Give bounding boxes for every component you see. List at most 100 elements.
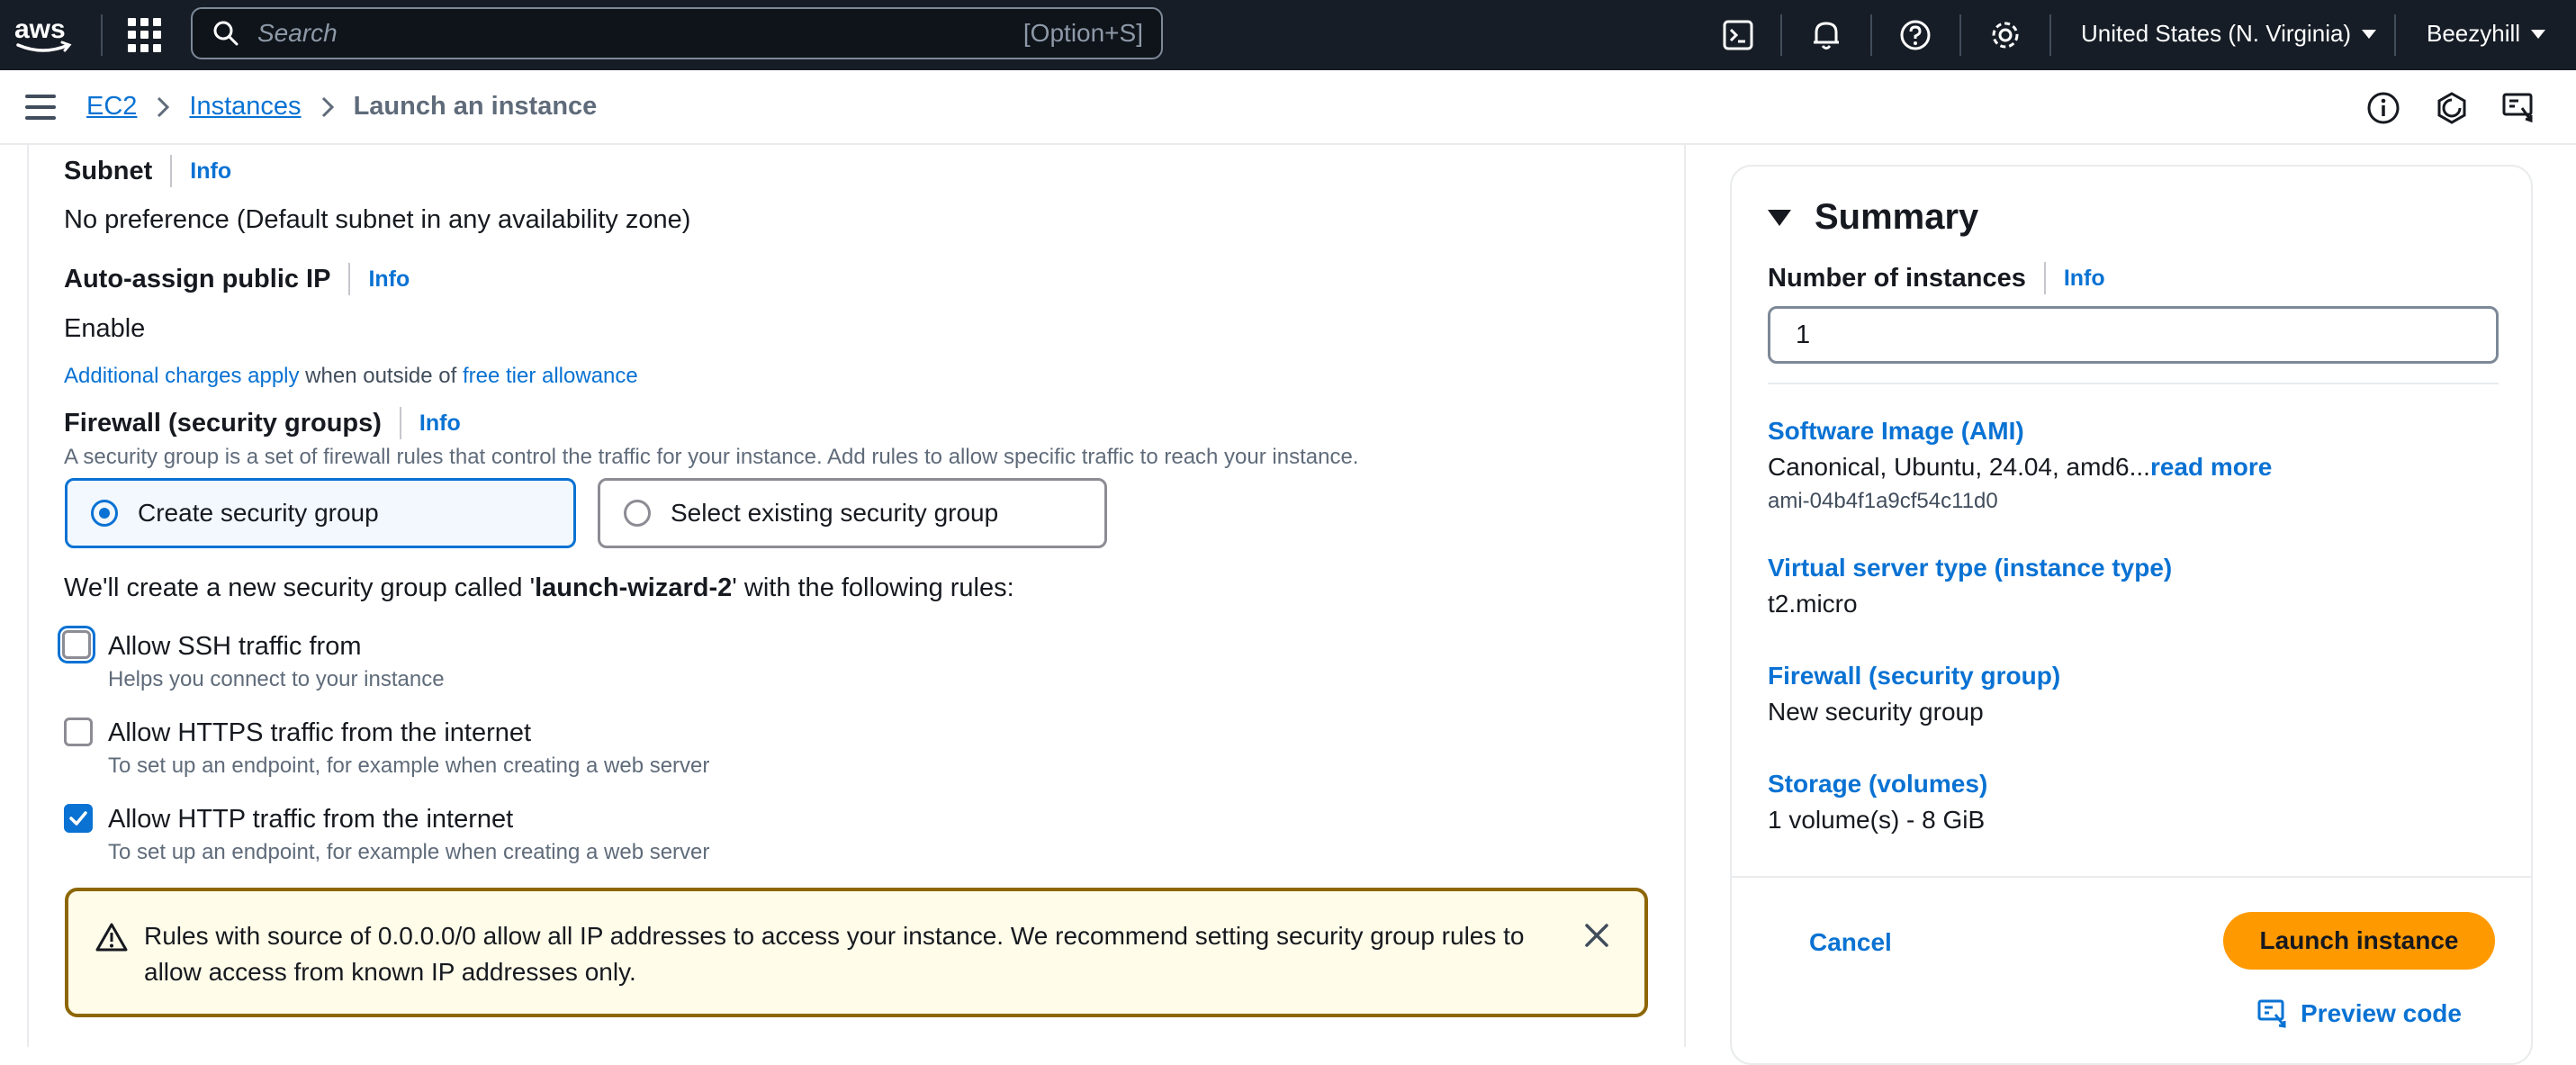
instance-type-value: t2.micro — [1768, 590, 1858, 618]
cloudshell-icon[interactable] — [1720, 17, 1756, 53]
caret-down-icon — [2362, 29, 2377, 39]
number-of-instances-input[interactable]: 1 — [1768, 306, 2499, 364]
subnet-info-link[interactable]: Info — [190, 158, 231, 185]
allow-ssh-checkbox[interactable] — [58, 626, 95, 663]
security-group-name: launch-wizard-2 — [535, 573, 733, 602]
warning-text: Rules with source of 0.0.0.0/0 allow all… — [144, 922, 1525, 986]
search-placeholder: Search — [257, 19, 338, 47]
security-warning-alert: Rules with source of 0.0.0.0/0 allow all… — [65, 888, 1648, 1017]
search-icon — [213, 21, 239, 46]
nav-divider — [2049, 14, 2051, 56]
nav-divider — [1870, 14, 1872, 56]
chevron-right-icon — [321, 96, 334, 117]
launch-instance-button[interactable]: Launch instance — [2223, 912, 2495, 970]
public-ip-label-row: Auto-assign public IP Info — [64, 263, 410, 295]
firewall-info-link[interactable]: Info — [419, 411, 461, 437]
info-icon[interactable] — [2365, 90, 2401, 126]
firewall-label: Firewall (security groups) — [64, 408, 382, 438]
summary-header[interactable]: Summary — [1768, 197, 1978, 238]
allow-https-checkbox[interactable] — [64, 718, 93, 746]
search-input[interactable]: Search [Option+S] — [191, 7, 1163, 59]
divider — [1732, 876, 2533, 878]
menu-icon[interactable] — [25, 95, 56, 120]
nav-divider — [1780, 14, 1782, 56]
gear-icon[interactable] — [1987, 17, 2023, 53]
breadcrumb: EC2 Instances Launch an instance — [86, 92, 597, 122]
checkmark-icon — [69, 811, 87, 826]
instance-type-link[interactable]: Virtual server type (instance type) — [1768, 554, 2172, 582]
ami-link[interactable]: Software Image (AMI) — [1768, 417, 2024, 446]
free-tier-link[interactable]: free tier allowance — [463, 364, 638, 388]
nav-divider — [1959, 14, 1961, 56]
firewall-label-row: Firewall (security groups) Info — [64, 407, 461, 439]
caret-down-icon — [1768, 209, 1791, 226]
select-existing-security-group-label: Select existing security group — [671, 499, 999, 527]
preview-code-button[interactable]: Preview code — [2257, 998, 2462, 1029]
breadcrumb-bar: EC2 Instances Launch an instance — [0, 70, 2576, 145]
account-label: Beezyhill — [2427, 20, 2521, 47]
public-ip-value: Enable — [64, 314, 146, 343]
public-ip-label: Auto-assign public IP — [64, 264, 331, 293]
svg-text:aws: aws — [14, 14, 66, 44]
allow-ssh-description: Helps you connect to your instance — [108, 667, 445, 691]
account-menu[interactable]: Beezyhill — [2427, 20, 2546, 48]
additional-charges-link[interactable]: Additional charges apply — [64, 364, 300, 388]
instances-label-row: Number of instances Info — [1768, 262, 2105, 294]
storage-value: 1 volume(s) - 8 GiB — [1768, 806, 1986, 834]
help-icon[interactable] — [1897, 17, 1933, 53]
number-of-instances-label: Number of instances — [1768, 263, 2026, 293]
notifications-status-icon[interactable] — [2434, 90, 2470, 126]
nav-divider — [101, 14, 103, 56]
firewall-description: A security group is a set of firewall ru… — [64, 445, 1359, 469]
radio-selected-icon — [91, 500, 118, 527]
public-ip-info-link[interactable]: Info — [368, 266, 410, 293]
summary-panel: Summary Number of instances Info 1 Softw… — [1730, 165, 2533, 1065]
region-label: United States (N. Virginia) — [2081, 20, 2352, 47]
charges-note: Additional charges apply when outside of… — [64, 364, 638, 389]
create-security-group-option[interactable]: Create security group — [65, 478, 576, 548]
region-selector[interactable]: United States (N. Virginia) — [2081, 20, 2377, 48]
allow-http-description: To set up an endpoint, for example when … — [108, 840, 710, 864]
firewall-summary-value: New security group — [1768, 698, 1984, 726]
storage-link[interactable]: Storage (volumes) — [1768, 770, 1987, 799]
select-existing-security-group-option[interactable]: Select existing security group — [598, 478, 1107, 548]
security-group-message: We'll create a new security group called… — [64, 573, 1014, 603]
cancel-button[interactable]: Cancel — [1809, 928, 1892, 957]
caret-down-icon — [2531, 29, 2546, 39]
radio-unselected-icon — [624, 500, 651, 527]
breadcrumb-current: Launch an instance — [353, 92, 598, 121]
breadcrumb-ec2[interactable]: EC2 — [86, 92, 137, 122]
ami-value: Canonical, Ubuntu, 24.04, amd6...read mo… — [1768, 453, 2272, 482]
allow-https-label: Allow HTTPS traffic from the internet — [108, 718, 532, 747]
warning-icon — [95, 923, 128, 952]
chevron-right-icon — [158, 96, 170, 117]
subnet-label-row: Subnet Info — [64, 155, 231, 187]
ami-name: Canonical, Ubuntu, 24.04, amd6... — [1768, 453, 2150, 481]
instances-info-link[interactable]: Info — [2064, 266, 2105, 292]
top-navigation: aws Search [Option+S] United States (N. … — [0, 0, 2576, 70]
nav-divider — [2394, 14, 2396, 56]
allow-http-checkbox[interactable] — [64, 804, 93, 833]
allow-ssh-label: Allow SSH traffic from — [108, 632, 362, 661]
aws-logo[interactable]: aws — [13, 13, 76, 58]
preview-code-label: Preview code — [2301, 999, 2462, 1027]
firewall-summary-link[interactable]: Firewall (security group) — [1768, 662, 2060, 690]
ami-read-more-link[interactable]: read more — [2150, 453, 2272, 481]
preview-code-icon — [2257, 999, 2286, 1028]
charges-text: when outside of — [299, 364, 463, 388]
allow-http-label: Allow HTTP traffic from the internet — [108, 805, 514, 834]
breadcrumb-instances[interactable]: Instances — [189, 92, 301, 122]
sg-msg-post: ' with the following rules: — [732, 573, 1014, 602]
divider — [1768, 383, 2499, 384]
close-icon[interactable] — [1583, 922, 1610, 949]
allow-https-description: To set up an endpoint, for example when … — [108, 754, 710, 778]
create-security-group-label: Create security group — [138, 499, 379, 527]
services-grid-icon[interactable] — [128, 18, 162, 52]
ami-id: ami-04b4f1a9cf54c11d0 — [1768, 489, 1998, 513]
summary-title: Summary — [1815, 197, 1979, 237]
subnet-label: Subnet — [64, 156, 153, 185]
feedback-icon[interactable] — [2500, 90, 2536, 126]
subnet-value: No preference (Default subnet in any ava… — [64, 205, 691, 234]
search-shortcut: [Option+S] — [1022, 19, 1143, 47]
bell-icon[interactable] — [1808, 17, 1844, 53]
